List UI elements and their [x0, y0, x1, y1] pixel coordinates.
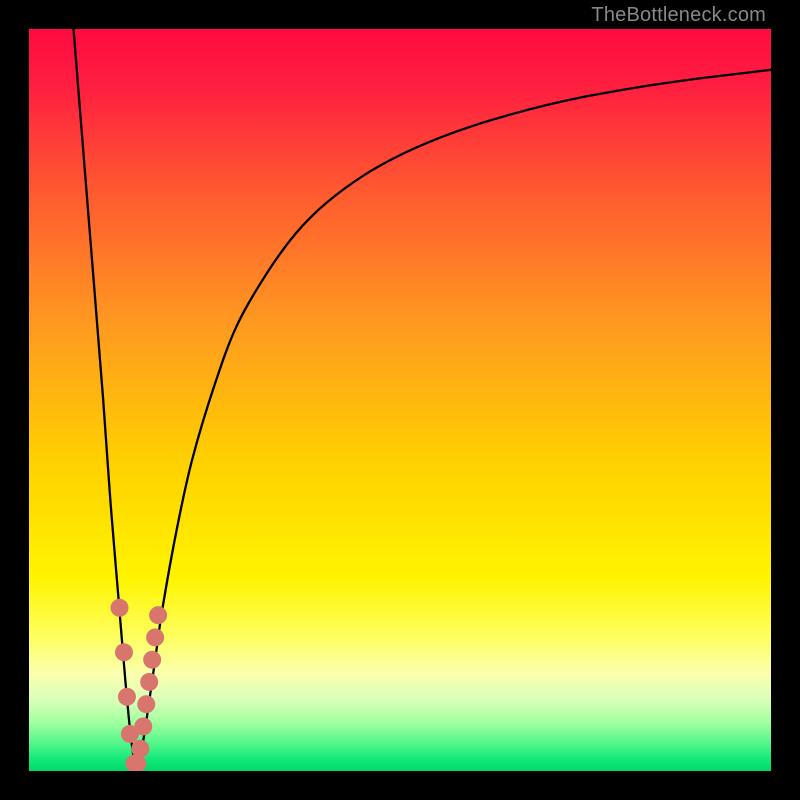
sample-point [111, 599, 129, 617]
watermark-text: TheBottleneck.com [591, 4, 766, 27]
sample-point [115, 643, 133, 661]
sample-point [146, 628, 164, 646]
sample-point [137, 695, 155, 713]
chart-frame [29, 29, 771, 771]
gradient-background [29, 29, 771, 771]
sample-point [140, 673, 158, 691]
sample-point [118, 688, 136, 706]
sample-point [131, 740, 149, 758]
sample-point [143, 651, 161, 669]
sample-point [149, 606, 167, 624]
sample-point [134, 717, 152, 735]
plot-area [29, 29, 771, 771]
bottleneck-chart [29, 29, 771, 771]
